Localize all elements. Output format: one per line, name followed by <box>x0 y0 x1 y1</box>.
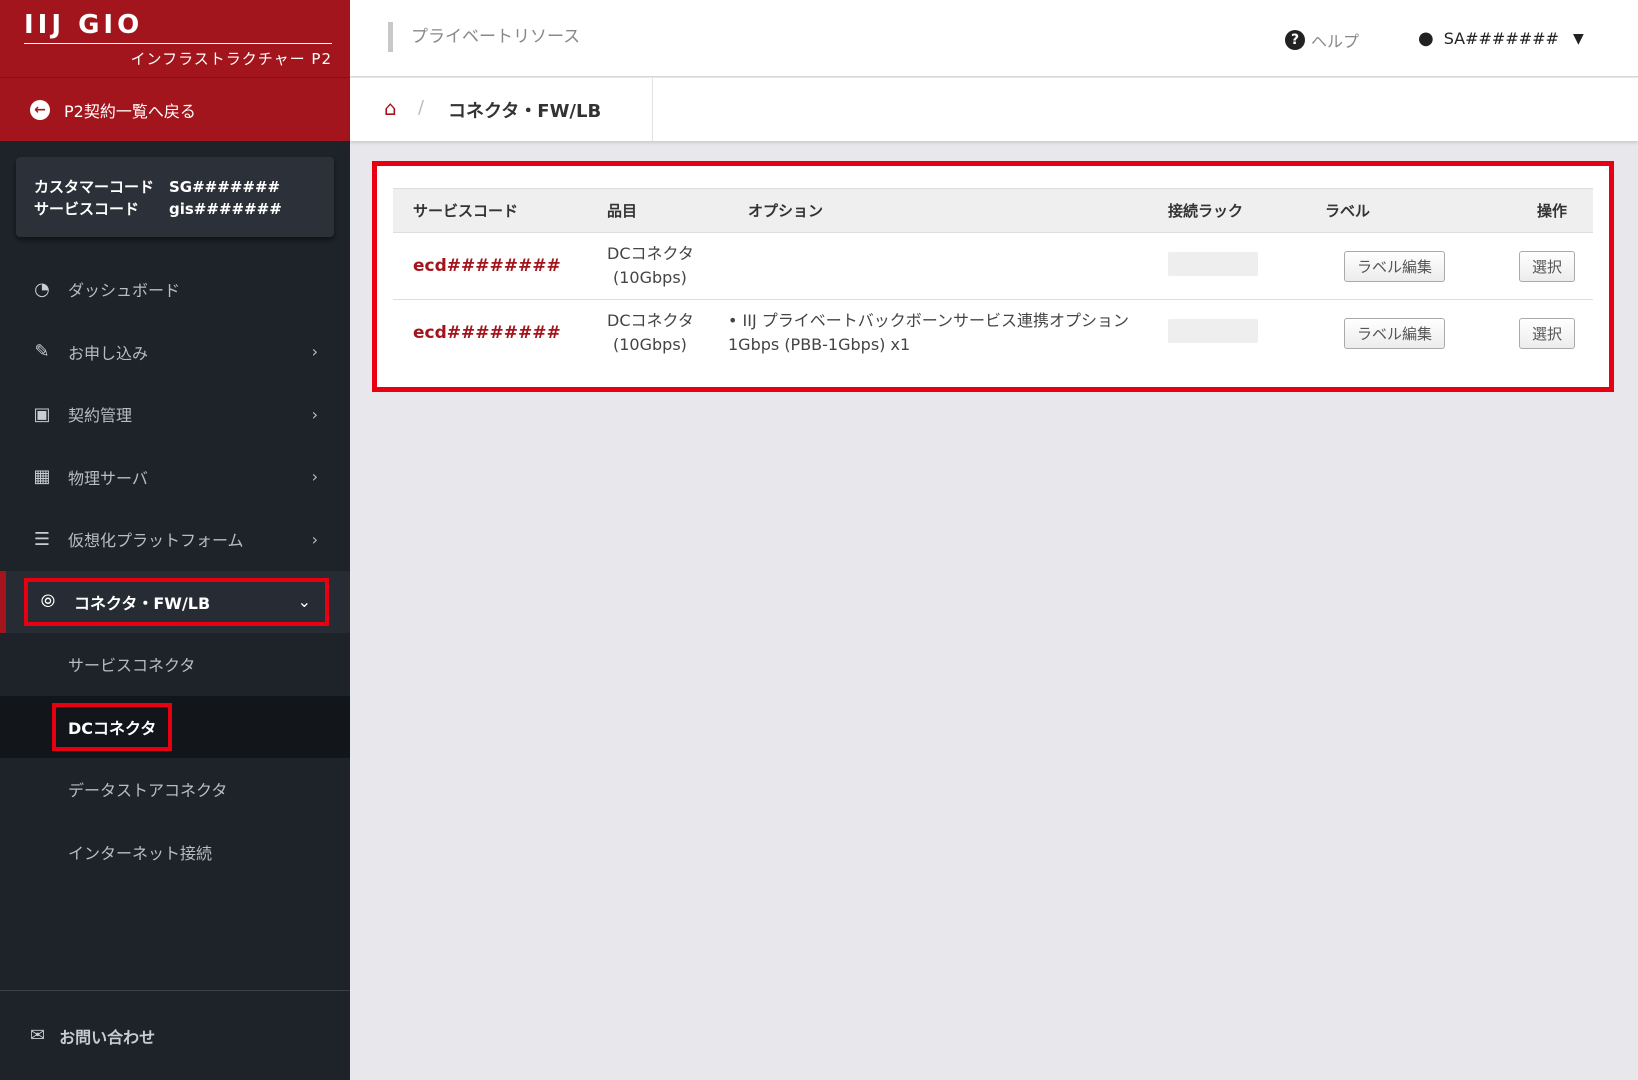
caret-down-icon: ▼ <box>1572 30 1584 47</box>
help-label: ヘルプ <box>1311 32 1360 51</box>
sidebar-subitem-label: インターネット接続 <box>68 843 213 863</box>
option-text: IIJ プライベートバックボーンサービス連携オプション 1Gbps (PBB-1… <box>728 311 1129 355</box>
share-icon: ⦾ <box>40 591 56 613</box>
account-codes-card: カスタマーコード SG####### サービスコード gis####### <box>16 157 334 237</box>
item-spec: (10Gbps) <box>613 268 687 287</box>
breadcrumb-current: コネクタ・FW/LB <box>448 101 602 122</box>
truck-icon: ▣ <box>33 403 51 425</box>
table-header-row: サービスコード 品目 オプション 接続ラック ラベル 操作 <box>393 188 1593 233</box>
service-code-label: サービスコード <box>34 200 140 218</box>
customer-code-label: カスタマーコード <box>34 178 155 196</box>
sidebar-item-label: 物理サーバ <box>68 468 148 488</box>
sidebar-item-application[interactable]: ✎ お申し込み › <box>0 321 350 384</box>
connector-table: サービスコード 品目 オプション 接続ラック ラベル 操作 ecd#######… <box>393 188 1593 367</box>
breadcrumb-separator: / <box>418 97 425 118</box>
col-header-item: 品目 <box>607 202 638 220</box>
brand-divider <box>24 43 332 44</box>
chevron-right-icon: › <box>311 342 318 362</box>
sidebar: IIJ GIO インフラストラクチャー P2 ← P2契約一覧へ戻る カスタマー… <box>0 0 350 1080</box>
question-circle-icon: ? <box>1285 30 1305 50</box>
edit-label-button[interactable]: ラベル編集 <box>1343 317 1445 349</box>
sidebar-subitem-datastore-connector[interactable]: データストアコネクタ <box>0 758 350 821</box>
chevron-right-icon: › <box>311 467 318 487</box>
back-link-label: P2契約一覧へ戻る <box>64 101 196 121</box>
mail-icon: ✉ <box>30 1025 46 1046</box>
sidebar-item-label: お申し込み <box>68 343 149 363</box>
service-code-value: gis####### <box>169 200 282 218</box>
edit-icon: ✎ <box>34 341 50 363</box>
edit-label-button[interactable]: ラベル編集 <box>1343 250 1445 282</box>
table-row: ecd######## DCコネクタ (10Gbps) • IIJ プライベートバ… <box>393 300 1593 367</box>
contact-label: お問い合わせ <box>59 1027 156 1047</box>
sidebar-item-label: 契約管理 <box>68 406 133 426</box>
page-section-title: プライベートリソース <box>388 22 580 52</box>
sidebar-item-physical-server[interactable]: ▦ 物理サーバ › <box>0 446 350 509</box>
sidebar-subitem-label: DCコネクタ <box>52 702 173 751</box>
building-icon: ▦ <box>33 466 51 488</box>
col-header-option: オプション <box>748 202 824 220</box>
highlight-box: ⦾ コネクタ・FW/LB ⌄ <box>24 577 329 626</box>
breadcrumb: ⌂ / コネクタ・FW/LB <box>350 78 1638 141</box>
help-link[interactable]: ? ヘルプ <box>1285 28 1359 52</box>
col-header-label: ラベル <box>1325 202 1371 220</box>
item-name: DCコネクタ <box>607 244 694 263</box>
sidebar-item-label: コネクタ・FW/LB <box>74 593 211 613</box>
option-cell: • IIJ プライベートバックボーンサービス連携オプション 1Gbps (PBB… <box>728 300 1148 367</box>
sidebar-subitem-internet[interactable]: インターネット接続 <box>0 820 350 883</box>
sidebar-item-label: 仮想化プラットフォーム <box>68 531 244 551</box>
contact-link[interactable]: ✉ お問い合わせ <box>0 990 350 1080</box>
col-header-rack: 接続ラック <box>1168 202 1244 220</box>
bullet-icon: • <box>728 311 743 331</box>
sidebar-item-label: ダッシュボード <box>68 281 181 301</box>
option-cell <box>728 233 1148 300</box>
sidebar-item-connector-fwlb[interactable]: ⦾ コネクタ・FW/LB ⌄ <box>0 570 350 633</box>
rack-value-redacted <box>1168 319 1258 344</box>
col-header-operation: 操作 <box>1536 202 1567 220</box>
brand-logo[interactable]: IIJ GIO <box>24 10 328 40</box>
arrow-left-circle-icon: ← <box>30 99 50 120</box>
user-name: SA####### <box>1443 29 1559 48</box>
sidebar-nav: ◔ ダッシュボード ✎ お申し込み › ▣ 契約管理 › ▦ 物理サーバ › ☰… <box>0 258 350 883</box>
customer-code-value: SG####### <box>169 178 281 196</box>
sidebar-item-dashboard[interactable]: ◔ ダッシュボード <box>0 258 350 321</box>
table-row: ecd######## DCコネクタ (10Gbps) ラベル編集 選択 <box>393 233 1593 300</box>
connector-table-panel: サービスコード 品目 オプション 接続ラック ラベル 操作 ecd#######… <box>372 161 1614 392</box>
sidebar-item-virtualization[interactable]: ☰ 仮想化プラットフォーム › <box>0 508 350 571</box>
home-icon[interactable]: ⌂ <box>384 96 397 120</box>
dashboard-icon: ◔ <box>34 278 50 300</box>
sidebar-subitem-label: サービスコネクタ <box>68 656 196 676</box>
back-to-contracts-link[interactable]: ← P2契約一覧へ戻る <box>0 77 350 141</box>
service-code-link[interactable]: ecd######## <box>413 256 561 276</box>
rack-value-redacted <box>1168 252 1258 276</box>
select-button[interactable]: 選択 <box>1518 317 1575 349</box>
user-icon: ● <box>1418 28 1434 49</box>
item-spec: (10Gbps) <box>613 335 687 355</box>
col-header-service-code: サービスコード <box>413 202 519 220</box>
sidebar-subitem-service-connector[interactable]: サービスコネクタ <box>0 633 350 696</box>
top-header: プライベートリソース ? ヘルプ ● SA####### ▼ <box>350 0 1638 77</box>
sidebar-item-contract[interactable]: ▣ 契約管理 › <box>0 383 350 446</box>
chevron-right-icon: › <box>311 404 318 424</box>
select-button[interactable]: 選択 <box>1518 250 1575 282</box>
sidebar-subitem-dc-connector[interactable]: DCコネクタ <box>0 695 350 758</box>
service-code-link[interactable]: ecd######## <box>413 323 561 343</box>
breadcrumb-divider <box>652 78 653 141</box>
server-icon: ☰ <box>33 528 51 550</box>
chevron-right-icon: › <box>311 529 318 549</box>
brand-header: IIJ GIO インフラストラクチャー P2 <box>0 0 350 77</box>
item-name: DCコネクタ <box>607 311 694 331</box>
brand-subtitle: インフラストラクチャー P2 <box>130 50 332 68</box>
sidebar-subitem-label: データストアコネクタ <box>68 781 228 801</box>
user-menu[interactable]: ● SA####### ▼ <box>1418 28 1584 49</box>
chevron-down-icon: ⌄ <box>297 592 311 612</box>
